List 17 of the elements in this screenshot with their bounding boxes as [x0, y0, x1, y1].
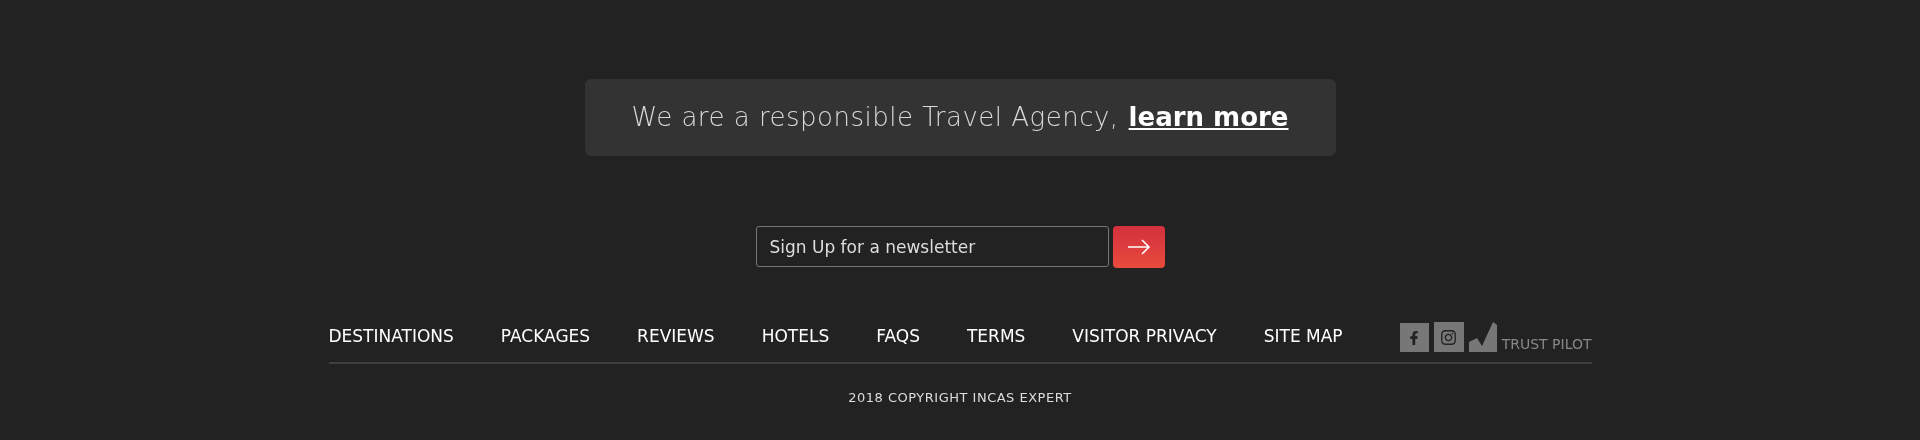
instagram-icon[interactable]	[1433, 322, 1464, 352]
banner-text: We are a responsible Travel Agency,	[631, 101, 1119, 134]
learn-more-link[interactable]: learn more	[1128, 98, 1289, 137]
newsletter-field[interactable]: Sign Up for a newsletter	[755, 226, 1109, 267]
submit-button[interactable]	[1112, 226, 1165, 268]
facebook-icon[interactable]	[1399, 323, 1429, 352]
copyright-text: 2018 COPYRIGHT INCAS EXPERT	[848, 389, 1072, 407]
arrow-right-icon	[1126, 239, 1151, 255]
footer-nav-link[interactable]: REVIEWS	[637, 323, 715, 349]
footer-nav-link[interactable]: VISITOR PRIVACY	[1072, 323, 1217, 349]
footer-nav-link[interactable]: DESTINATIONS	[328, 323, 454, 349]
footer-nav-link[interactable]: TERMS	[966, 323, 1026, 349]
trust-pilot-label[interactable]: TRUST PILOT	[1501, 337, 1592, 351]
footer-nav-link[interactable]: FAQS	[876, 323, 920, 349]
footer-nav-link[interactable]: SITE MAP	[1263, 323, 1343, 349]
footer-nav-link[interactable]: HOTELS	[761, 323, 830, 349]
footer-nav-link[interactable]: PACKAGES	[500, 323, 591, 349]
